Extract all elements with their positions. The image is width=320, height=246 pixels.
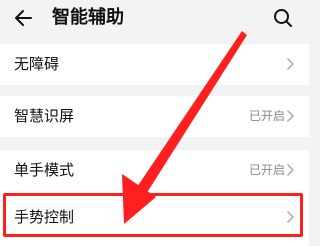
list-item-status: 已开启 (248, 109, 285, 123)
list-item-label: 单手模式 (14, 161, 75, 179)
page-title: 智能辅助 (52, 7, 124, 28)
list-item-card-accessibility: 无障碍 (0, 44, 309, 85)
list-item-accessibility[interactable]: 无障碍 (0, 44, 309, 84)
back-arrow-icon[interactable] (12, 6, 36, 30)
list-item-one-hand-mode[interactable]: 单手模式 已开启 (0, 150, 309, 190)
list-item-label: 智慧识屏 (14, 107, 75, 125)
list-item-card-screen-recognition: 智慧识屏 已开启 (0, 96, 309, 137)
chevron-right-icon (287, 110, 294, 122)
list-item-screen-recognition[interactable]: 智慧识屏 已开启 (0, 96, 309, 136)
chevron-right-icon (287, 164, 294, 176)
highlight-box-annotation (3, 193, 303, 237)
chevron-right-icon (287, 58, 294, 70)
search-icon[interactable] (271, 6, 295, 30)
list-item-status: 已开启 (248, 163, 285, 177)
list-item-label: 无障碍 (14, 55, 60, 73)
header-bar: 智能辅助 (0, 0, 309, 40)
